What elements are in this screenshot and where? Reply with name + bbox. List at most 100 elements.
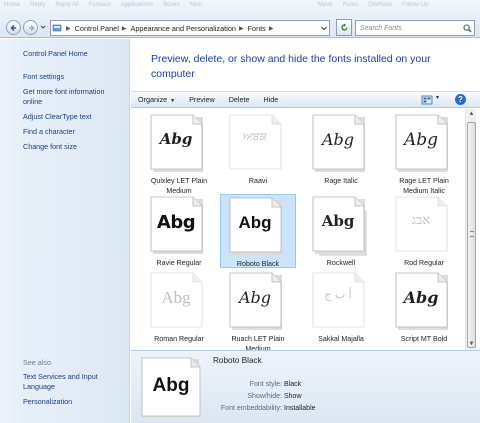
details-key: Font embeddability: <box>220 405 282 412</box>
scroll-grip <box>470 231 474 237</box>
ghost-menu-item: Rules <box>342 2 359 8</box>
vertical-scrollbar[interactable]: ▲ ▼ <box>465 109 476 350</box>
font-tile[interactable]: Abg Quixley LET Plain Medium <box>141 112 217 195</box>
font-tile[interactable]: Abg Roman Regular <box>141 270 217 348</box>
font-tile[interactable]: Abg Rage LET Plain Medium Italic <box>386 112 462 195</box>
page-title: Preview, delete, or show and hide the fo… <box>151 53 431 80</box>
details-font-thumbnail: Abg <box>141 357 203 419</box>
font-tile[interactable]: Abg Ruach LET Plain Medium <box>220 270 296 350</box>
font-tile[interactable]: Abg Ravie Regular <box>141 194 217 268</box>
sidebar-link-font-settings[interactable]: Font settings <box>23 72 123 82</box>
font-file-icon: ਅਬਕ <box>229 114 287 174</box>
details-font-name: Roboto Black <box>213 356 262 365</box>
scroll-down-icon[interactable]: ▼ <box>466 339 477 350</box>
font-file-icon: Abg <box>150 196 208 256</box>
breadcrumb[interactable]: ▶ Control Panel ▶ Appearance and Persona… <box>50 20 330 36</box>
font-sample-text: Abg <box>159 130 193 148</box>
font-tile[interactable]: Abg Rockwell <box>303 194 379 268</box>
font-tile[interactable]: אבג Rod Regular <box>386 194 462 268</box>
font-name-label: Ruach LET Plain Medium <box>231 335 285 350</box>
font-sample-text: Abg <box>156 212 196 233</box>
sidebar-link-cleartype[interactable]: Adjust ClearType text <box>23 112 123 122</box>
font-file-icon: Abg <box>312 114 370 174</box>
preview-button[interactable]: Preview <box>182 95 222 104</box>
sidebar-link-control-panel-home[interactable]: Control Panel Home <box>23 49 123 59</box>
breadcrumb-separator-icon[interactable]: ▶ <box>236 25 248 32</box>
font-name-label: Ravie Regular <box>156 259 202 267</box>
arrow-left-icon <box>10 25 16 31</box>
sidebar-link-text-services[interactable]: Text Services and Input Language <box>23 372 123 392</box>
details-font-sample: Abg <box>152 375 190 396</box>
recent-pages-chevron-icon[interactable] <box>40 24 46 30</box>
control-panel-icon <box>51 21 63 35</box>
font-file-icon: Abg <box>312 196 370 256</box>
font-sample-text: ਅਬਕ <box>243 130 267 143</box>
sidebar-link-more-font-info[interactable]: Get more font information online <box>23 87 123 107</box>
font-tile[interactable]: Abg Rage Italic <box>303 112 379 186</box>
details-value: Installable <box>284 405 316 412</box>
change-view-icon[interactable] <box>421 95 433 105</box>
font-tile[interactable]: Abg Script MT Bold <box>386 270 462 348</box>
hide-button[interactable]: Hide <box>256 95 285 104</box>
font-grid: Abg Quixley LET Plain Medium ਅਬਕ Raavi Abg Ra… <box>131 109 465 350</box>
address-bar-area: Home Reply Reply All Forward Application… <box>0 0 480 38</box>
font-name-label: Rod Regular <box>404 259 444 267</box>
forward-button[interactable] <box>23 20 38 35</box>
details-pane: Abg Roboto Black Font style: Black Show/… <box>131 350 480 423</box>
sidebar-link-personalization[interactable]: Personalization <box>23 397 123 407</box>
font-file-icon: Abg <box>229 272 287 332</box>
address-dropdown-icon[interactable] <box>320 24 328 32</box>
sidebar: Control Panel Home Font settings Get mor… <box>0 39 130 423</box>
font-file-icon: Abg <box>150 114 208 174</box>
help-icon[interactable]: ? <box>455 94 466 105</box>
font-name-label: Script MT Bold <box>400 335 448 343</box>
ghost-menu-item: Applications <box>120 2 154 8</box>
breadcrumb-separator-icon[interactable]: ▶ <box>63 25 75 32</box>
ghost-menu-right: Move Rules OneNote Follow Up <box>318 2 429 8</box>
font-file-icon: أ ب ج <box>312 272 370 332</box>
font-sample-text: Abg <box>321 212 355 230</box>
font-name-label: Roboto Black <box>236 260 280 268</box>
sidebar-link-find-character[interactable]: Find a character <box>23 127 123 137</box>
ghost-menu-item: Home <box>4 2 21 8</box>
delete-button[interactable]: Delete <box>222 95 257 104</box>
search-box[interactable]: Search Fonts <box>355 20 475 36</box>
back-button[interactable] <box>6 20 21 35</box>
organize-button[interactable]: Organize ▼ <box>131 95 182 104</box>
ghost-menu-item: Reply All <box>55 2 79 8</box>
view-options-chevron-icon[interactable]: ▼ <box>435 95 440 101</box>
command-bar: Organize ▼ Preview Delete Hide ▼ ? <box>131 91 480 108</box>
breadcrumb-separator-icon[interactable]: ▶ <box>266 25 278 32</box>
chevron-down-icon: ▼ <box>170 98 176 104</box>
font-tile[interactable]: أ ب ج Sakkal Majalla <box>303 270 379 348</box>
font-sample-text: Abg <box>238 288 272 307</box>
font-name-label: Rockwell <box>326 259 356 267</box>
font-tile[interactable]: ਅਬਕ Raavi <box>220 112 296 186</box>
ghost-menu-item: OneNote <box>368 2 393 8</box>
breadcrumb-control-panel[interactable]: Control Panel <box>75 24 119 33</box>
breadcrumb-separator-icon[interactable]: ▶ <box>119 25 131 32</box>
font-name-label: Raavi <box>248 177 268 185</box>
search-icon[interactable] <box>460 21 474 35</box>
font-sample-text: أ ب ج <box>324 288 352 301</box>
font-name-label: Rage Italic <box>324 177 358 185</box>
see-also-heading: See also <box>23 358 51 367</box>
font-tile[interactable]: Abg Roboto Black <box>220 194 296 268</box>
breadcrumb-fonts[interactable]: Fonts <box>248 24 266 33</box>
ghost-menu-left: Home Reply Reply All Forward Application… <box>4 2 202 8</box>
ghost-menu-item: Follow Up <box>402 2 429 8</box>
breadcrumb-appearance[interactable]: Appearance and Personalization <box>130 24 235 33</box>
font-file-icon: Abg <box>150 272 208 332</box>
arrow-right-icon <box>29 25 35 31</box>
refresh-icon <box>341 23 348 31</box>
scrollbar-thumb[interactable] <box>467 122 476 348</box>
scroll-up-icon[interactable]: ▲ <box>466 109 477 120</box>
font-sample-text: Abg <box>238 213 272 232</box>
font-sample-text: Abg <box>403 288 439 307</box>
refresh-button[interactable] <box>336 19 352 36</box>
ghost-menu-item: Move <box>318 2 333 8</box>
font-name-label: Roman Regular <box>154 335 204 343</box>
font-sample-text: Abg <box>161 288 191 307</box>
sidebar-link-change-font-size[interactable]: Change font size <box>23 142 123 152</box>
search-placeholder[interactable]: Search Fonts <box>356 25 460 32</box>
